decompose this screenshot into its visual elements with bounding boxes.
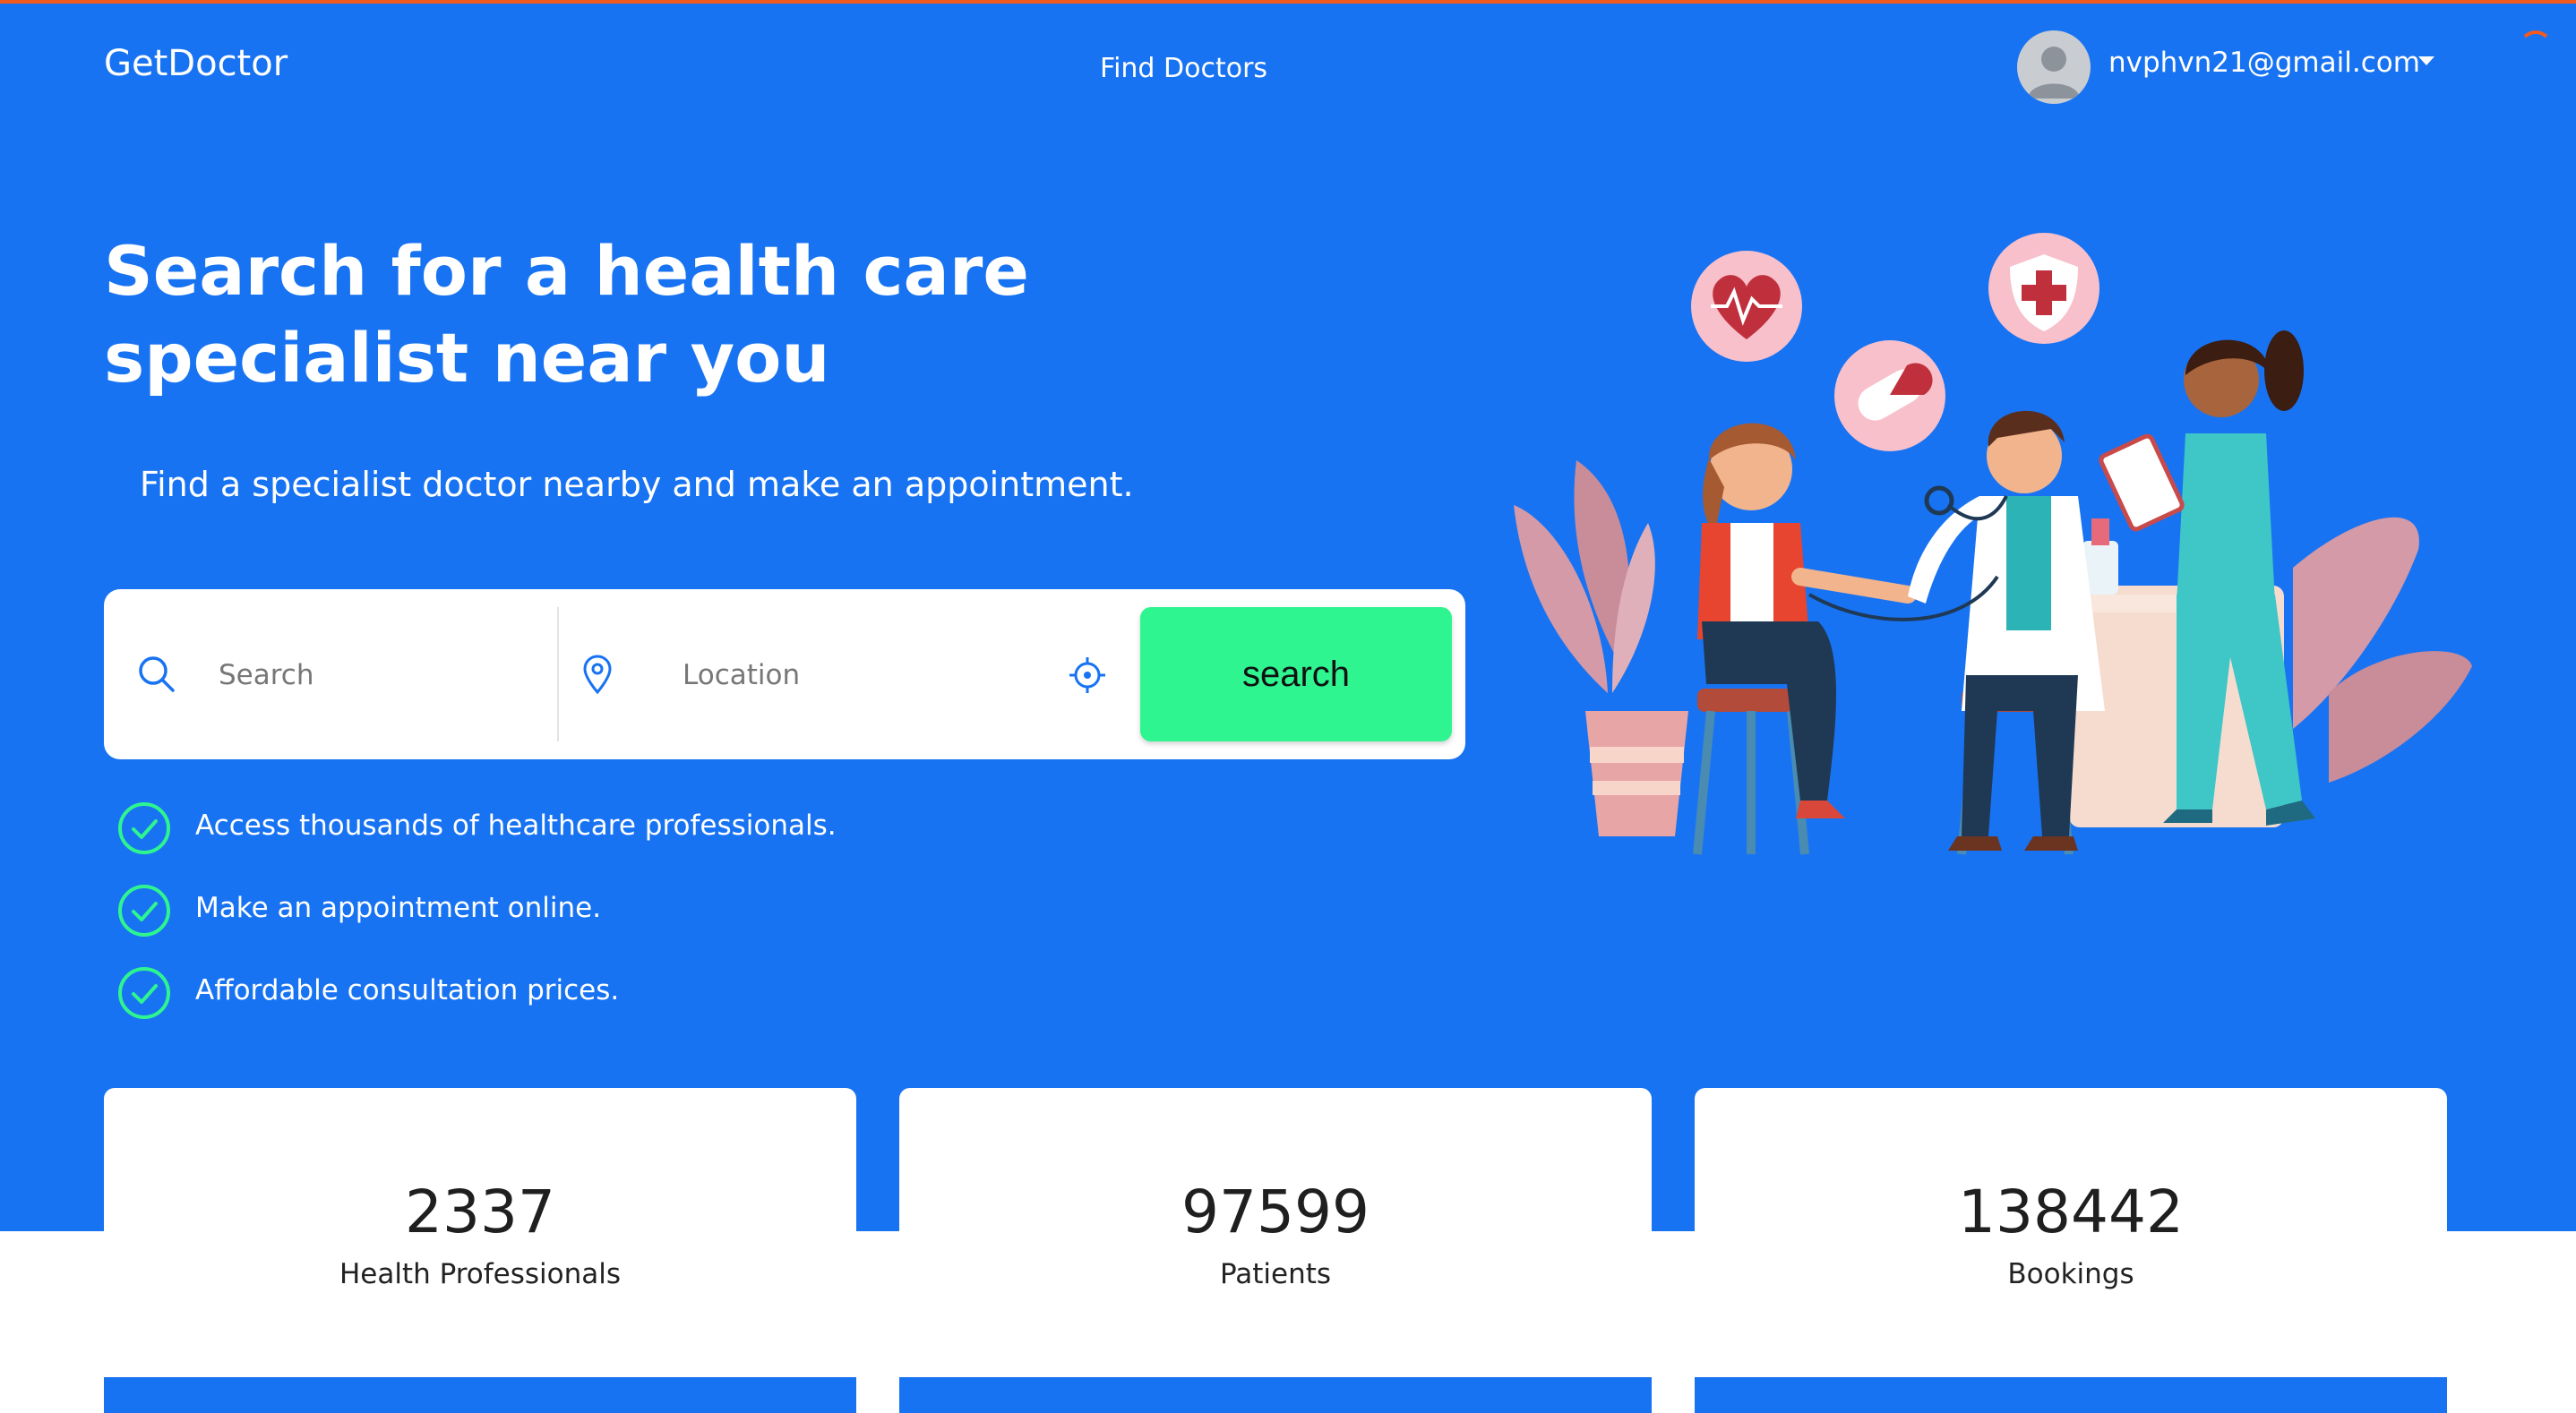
hero-section: GetDoctor Find Doctors nvphvn21@gmail.co… <box>0 0 2576 1231</box>
section-card-top <box>1695 1377 2447 1413</box>
doctor-patient-illustration <box>1514 233 2472 855</box>
location-input[interactable] <box>681 652 1043 698</box>
nav-find-doctors[interactable]: Find Doctors <box>1100 53 1267 84</box>
stat-label: Health Professionals <box>339 1258 622 1290</box>
feature-text: Access thousands of healthcare professio… <box>195 809 837 842</box>
stat-card-health-professionals: 2337 Health Professionals <box>104 1088 856 1357</box>
stat-label: Bookings <box>2007 1258 2134 1290</box>
hero-headline: Search for a health care specialist near… <box>104 231 1029 398</box>
stat-card-bookings: 138442 Bookings <box>1695 1088 2447 1357</box>
chevron-down-icon[interactable] <box>2418 56 2434 65</box>
crosshair-icon[interactable] <box>1068 655 1107 698</box>
location-pin-icon <box>580 654 614 698</box>
stat-value: 138442 <box>1958 1178 2184 1246</box>
section-card-top <box>104 1377 856 1413</box>
search-bar: search <box>104 589 1465 759</box>
stat-label: Patients <box>1219 1258 1332 1290</box>
check-circle-icon <box>116 883 172 942</box>
feature-text: Make an appointment online. <box>195 892 602 924</box>
stat-card-patients: 97599 Patients <box>899 1088 1652 1357</box>
feature-text: Affordable consultation prices. <box>195 974 620 1006</box>
search-divider <box>557 607 559 741</box>
check-circle-icon <box>116 965 172 1024</box>
user-avatar-icon[interactable] <box>2017 30 2091 104</box>
hero-subtitle: Find a specialist doctor nearby and make… <box>140 465 1134 504</box>
section-card-top <box>899 1377 1652 1413</box>
user-email[interactable]: nvphvn21@gmail.com <box>2108 47 2420 79</box>
search-button[interactable]: search <box>1140 607 1452 741</box>
search-input[interactable] <box>217 652 525 698</box>
search-icon <box>136 654 177 698</box>
stat-value: 2337 <box>405 1178 555 1246</box>
stat-value: 97599 <box>1181 1178 1370 1246</box>
loading-spinner-icon <box>2519 30 2553 64</box>
brand-logo[interactable]: GetDoctor <box>104 43 288 84</box>
check-circle-icon <box>116 801 172 860</box>
